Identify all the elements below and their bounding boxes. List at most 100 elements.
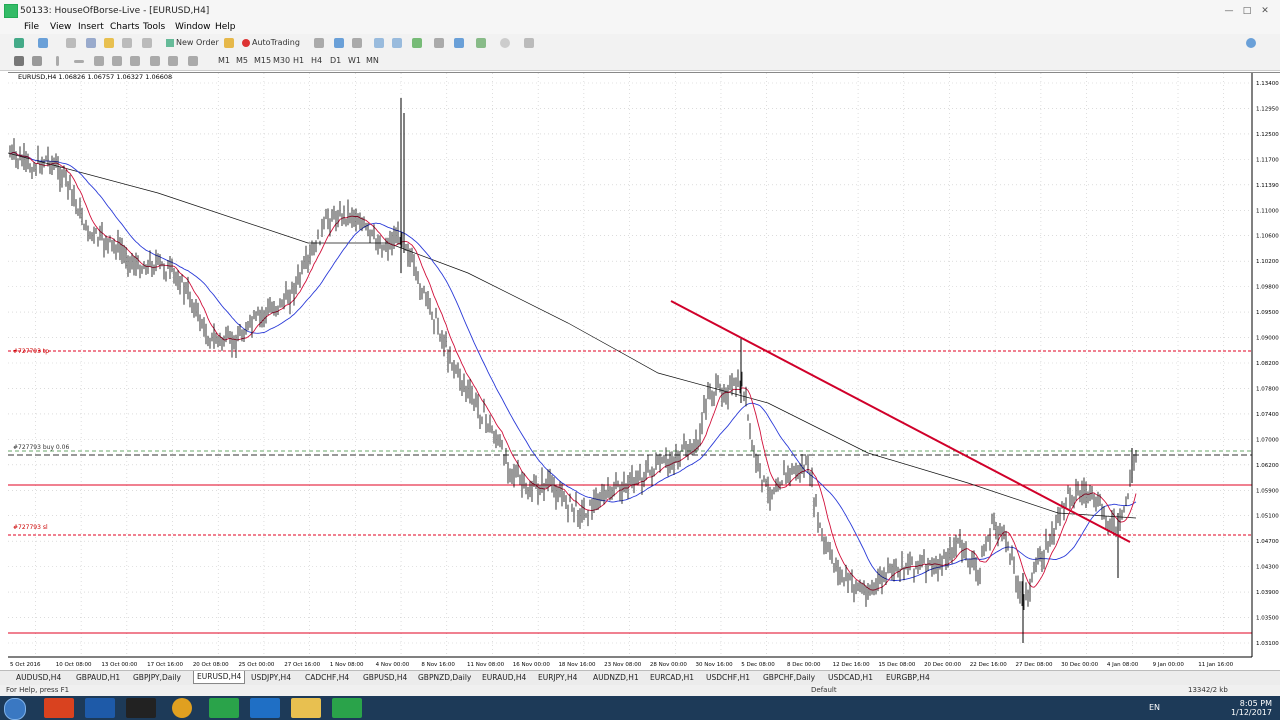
taskbar-app-icon[interactable] bbox=[126, 698, 156, 718]
market-watch-icon[interactable] bbox=[66, 38, 76, 48]
time-axis: 5 Oct 2016 10 Oct 08:00 13 Oct 00:00 17 Oct… bbox=[10, 662, 1234, 668]
periods-icon[interactable] bbox=[500, 38, 510, 48]
time-tick-label: 18 Nov 16:00 bbox=[558, 662, 596, 668]
auto-scroll-icon[interactable] bbox=[434, 38, 444, 48]
tab-gbpjpy-daily[interactable]: GBPJPY,Daily bbox=[133, 673, 181, 682]
chart-shift-icon[interactable] bbox=[454, 38, 464, 48]
timeframe-h1[interactable]: H1 bbox=[293, 55, 304, 67]
tab-euraud-h4[interactable]: EURAUD,H4 bbox=[482, 673, 526, 682]
order-label-sl: #727793 sl bbox=[13, 524, 48, 531]
start-button[interactable] bbox=[4, 698, 26, 720]
crosshair-icon[interactable] bbox=[32, 56, 42, 66]
new-order-button[interactable]: New Order bbox=[166, 37, 219, 49]
timeframe-mn[interactable]: MN bbox=[366, 55, 379, 67]
close-button[interactable]: ✕ bbox=[1256, 6, 1274, 16]
explorer-icon[interactable] bbox=[291, 698, 321, 718]
language-indicator[interactable]: EN bbox=[1149, 703, 1160, 712]
zoom-out-icon[interactable] bbox=[392, 38, 402, 48]
timeframe-h4[interactable]: H4 bbox=[311, 55, 322, 67]
menu-view[interactable]: View bbox=[50, 22, 71, 32]
timeframe-m5[interactable]: M5 bbox=[236, 55, 248, 67]
tab-cadchf-h4[interactable]: CADCHF,H4 bbox=[305, 673, 349, 682]
indicators-icon[interactable] bbox=[476, 38, 486, 48]
vertical-line-icon[interactable] bbox=[56, 56, 59, 66]
price-tick-label: 1.08200 bbox=[1256, 361, 1279, 367]
tab-usdchf-h1[interactable]: USDCHF,H1 bbox=[706, 673, 750, 682]
navigator-icon[interactable] bbox=[104, 38, 114, 48]
equidistant-channel-icon[interactable] bbox=[112, 56, 122, 66]
minimize-button[interactable]: — bbox=[1220, 6, 1238, 16]
tab-eurgbp-h4[interactable]: EURGBP,H4 bbox=[886, 673, 930, 682]
time-tick-label: 28 Nov 00:00 bbox=[650, 662, 688, 668]
chart-window[interactable]: 1.085681.066081.061841.052881.03515 1.13… bbox=[8, 72, 1280, 669]
menu-window[interactable]: Window bbox=[175, 22, 211, 32]
tab-gbpnzd-daily[interactable]: GBPNZD,Daily bbox=[418, 673, 471, 682]
candlestick-icon[interactable] bbox=[334, 38, 344, 48]
taskbar-app-icon[interactable] bbox=[44, 698, 74, 718]
autotrading-icon bbox=[242, 38, 250, 47]
outlook-icon[interactable] bbox=[250, 698, 280, 718]
timeframe-m30[interactable]: M30 bbox=[273, 55, 290, 67]
tab-gbpusd-h4[interactable]: GBPUSD,H4 bbox=[363, 673, 407, 682]
time-tick-label: 4 Nov 00:00 bbox=[376, 662, 410, 668]
tab-audnzd-h1[interactable]: AUDNZD,H1 bbox=[593, 673, 639, 682]
timeframe-m1[interactable]: M1 bbox=[218, 55, 230, 67]
price-tick-label: 1.09000 bbox=[1256, 336, 1279, 342]
ma-50-line bbox=[9, 151, 1137, 581]
fibonacci-icon[interactable] bbox=[130, 56, 140, 66]
data-window-icon[interactable] bbox=[86, 38, 96, 48]
menu-file[interactable]: File bbox=[24, 22, 39, 32]
chrome-icon[interactable] bbox=[172, 698, 192, 718]
autotrading-button[interactable]: AutoTrading bbox=[242, 37, 300, 49]
arrows-icon[interactable] bbox=[188, 56, 198, 66]
price-tick-label: 1.11390 bbox=[1256, 183, 1279, 189]
terminal-icon[interactable] bbox=[122, 38, 132, 48]
price-chart[interactable]: 1.085681.066081.061841.052881.03515 1.13… bbox=[8, 73, 1280, 669]
timeframe-w1[interactable]: W1 bbox=[348, 55, 361, 67]
time-tick-label: 30 Dec 00:00 bbox=[1061, 662, 1098, 668]
trendline-icon[interactable] bbox=[94, 56, 104, 66]
bar-chart-icon[interactable] bbox=[314, 38, 324, 48]
tile-windows-icon[interactable] bbox=[412, 38, 422, 48]
price-tick-label: 1.09800 bbox=[1256, 285, 1279, 291]
system-tray: EN 8:05 PM 1/12/2017 bbox=[1149, 699, 1272, 717]
taskbar-app-icon[interactable] bbox=[85, 698, 115, 718]
tab-eurjpy-h4[interactable]: EURJPY,H4 bbox=[538, 673, 577, 682]
time-tick-label: 27 Oct 16:00 bbox=[284, 662, 320, 668]
time-tick-label: 8 Nov 16:00 bbox=[421, 662, 455, 668]
cursor-icon[interactable] bbox=[14, 56, 24, 66]
metaeditor-icon[interactable] bbox=[224, 38, 234, 48]
price-tick-label: 1.13400 bbox=[1256, 81, 1279, 87]
time-tick-label: 15 Dec 08:00 bbox=[878, 662, 915, 668]
maximize-button[interactable]: □ bbox=[1238, 6, 1256, 16]
tab-usdjpy-h4[interactable]: USDJPY,H4 bbox=[251, 673, 291, 682]
tab-eurcad-h1[interactable]: EURCAD,H1 bbox=[650, 673, 694, 682]
price-tick-label: 1.10200 bbox=[1256, 259, 1279, 265]
templates-icon[interactable] bbox=[524, 38, 534, 48]
menu-help[interactable]: Help bbox=[215, 22, 236, 32]
menu-insert[interactable]: Insert bbox=[78, 22, 104, 32]
timeframe-d1[interactable]: D1 bbox=[330, 55, 341, 67]
tab-usdcad-h1[interactable]: USDCAD,H1 bbox=[828, 673, 873, 682]
tester-icon[interactable] bbox=[142, 38, 152, 48]
profiles-icon[interactable] bbox=[38, 38, 48, 48]
timeframe-m15[interactable]: M15 bbox=[254, 55, 271, 67]
horizontal-line-icon[interactable] bbox=[74, 60, 84, 63]
time-tick-label: 8 Dec 00:00 bbox=[787, 662, 821, 668]
text-icon[interactable] bbox=[150, 56, 160, 66]
tab-gbpaud-h1[interactable]: GBPAUD,H1 bbox=[76, 673, 120, 682]
new-chart-icon[interactable] bbox=[14, 38, 24, 48]
menu-tools[interactable]: Tools bbox=[143, 22, 165, 32]
taskbar-app-icon[interactable] bbox=[332, 698, 362, 718]
menu-charts[interactable]: Charts bbox=[110, 22, 139, 32]
metatrader-icon[interactable] bbox=[209, 698, 239, 718]
text-label-icon[interactable] bbox=[168, 56, 178, 66]
tab-audusd-h4[interactable]: AUDUSD,H4 bbox=[16, 673, 61, 682]
line-chart-icon[interactable] bbox=[352, 38, 362, 48]
price-tick-label: 1.07400 bbox=[1256, 412, 1279, 418]
tab-gbpchf-daily[interactable]: GBPCHF,Daily bbox=[763, 673, 815, 682]
tab-eurusd-h4[interactable]: EURUSD,H4 bbox=[193, 671, 246, 684]
search-icon[interactable] bbox=[1246, 38, 1256, 48]
trendline[interactable] bbox=[670, 300, 1131, 543]
zoom-in-icon[interactable] bbox=[374, 38, 384, 48]
